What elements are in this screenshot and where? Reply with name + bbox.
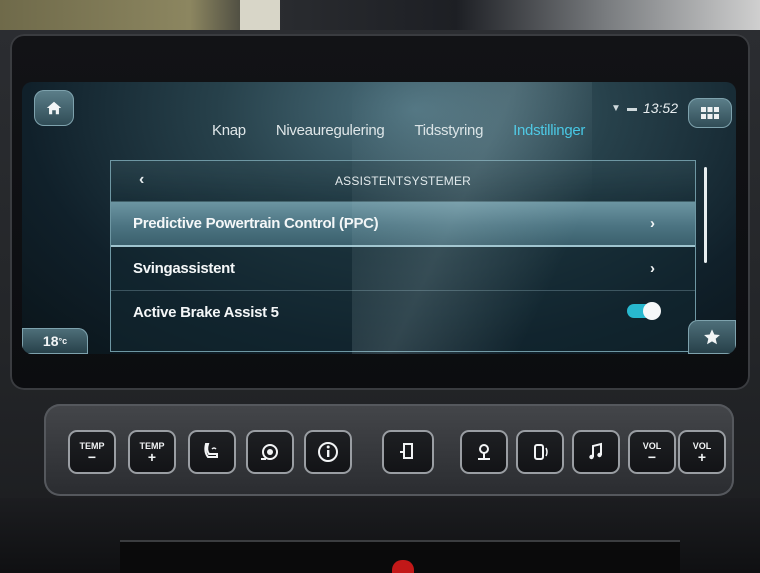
info-button[interactable]: [304, 430, 352, 474]
temp-minus-button[interactable]: TEMP −: [68, 430, 116, 474]
row-svingassistent[interactable]: Svingassistent ›: [111, 247, 695, 291]
home-icon: [46, 101, 62, 115]
row-label: Active Brake Assist 5: [133, 304, 279, 321]
temperature-unit: °c: [58, 336, 68, 346]
vehicle-settings-button[interactable]: [246, 430, 294, 474]
plus-sign: +: [697, 449, 707, 465]
row-active-brake-assist[interactable]: Active Brake Assist 5: [111, 291, 695, 334]
plus-sign: +: [147, 449, 157, 465]
settings-panel: ‹ ASSISTENTSYSTEMER Predictive Powertrai…: [110, 160, 707, 352]
tab-indstillinger[interactable]: Indstillinger: [513, 122, 585, 139]
temperature-value: 18: [42, 333, 59, 349]
navigation-button[interactable]: [460, 430, 508, 474]
vol-plus-button[interactable]: VOL +: [678, 430, 726, 474]
favorites-button[interactable]: [688, 320, 736, 354]
hard-key-panel: TEMP − TEMP + VOL − VOL +: [44, 404, 734, 496]
star-icon: [704, 329, 720, 345]
row-label: Predictive Powertrain Control (PPC): [133, 215, 379, 232]
radio-button[interactable]: [516, 430, 564, 474]
status-bar: ▼ ▬ 13:52: [611, 100, 678, 116]
seat-heating-icon: [204, 443, 218, 458]
panel-header: ‹ ASSISTENTSYSTEMER: [111, 161, 695, 202]
back-chevron-icon[interactable]: ‹: [139, 171, 144, 189]
tab-knap[interactable]: Knap: [212, 122, 246, 139]
home-button[interactable]: [34, 90, 74, 126]
minus-sign: −: [647, 449, 657, 465]
truck-phone-button[interactable]: [382, 430, 434, 474]
navigation-icon: [478, 444, 490, 460]
wifi-icon: ▼: [611, 102, 621, 114]
chevron-right-icon: ›: [650, 260, 655, 277]
info-icon: [318, 442, 338, 462]
apps-button[interactable]: [688, 98, 732, 128]
chevron-right-icon: ›: [650, 215, 655, 232]
tab-tidsstyring[interactable]: Tidsstyring: [414, 122, 483, 139]
battery-icon: ▬: [626, 102, 637, 114]
infotainment-screen: ▼ ▬ 13:52 Knap Niveauregulering Tidsstyr…: [22, 82, 736, 354]
music-button[interactable]: [572, 430, 620, 474]
tab-bar: Knap Niveauregulering Tidsstyring Indsti…: [212, 122, 585, 139]
hazard-switch[interactable]: [392, 560, 414, 573]
car-dashboard-photo: ▼ ▬ 13:52 Knap Niveauregulering Tidsstyr…: [0, 0, 760, 573]
vehicle-settings-icon: [261, 444, 278, 460]
clock: 13:52: [642, 100, 678, 116]
music-icon: [589, 442, 602, 460]
temperature-badge[interactable]: 18 °c: [22, 328, 88, 354]
toggle-knob: [643, 302, 661, 320]
minus-sign: −: [87, 449, 97, 465]
temp-plus-button[interactable]: TEMP +: [128, 430, 176, 474]
display-bezel: ▼ ▬ 13:52 Knap Niveauregulering Tidsstyr…: [10, 34, 750, 390]
grid-icon: [701, 107, 719, 119]
row-label: Svingassistent: [133, 260, 235, 277]
seat-heating-button[interactable]: [188, 430, 236, 474]
radio-icon: [534, 444, 548, 460]
panel-title: ASSISTENTSYSTEMER: [334, 174, 472, 188]
vol-minus-button[interactable]: VOL −: [628, 430, 676, 474]
active-brake-assist-toggle[interactable]: [627, 302, 661, 320]
tab-niveauregulering[interactable]: Niveauregulering: [276, 122, 385, 139]
scrollbar[interactable]: [704, 167, 707, 263]
truck-phone-icon: [400, 443, 413, 459]
row-ppc[interactable]: Predictive Powertrain Control (PPC) ›: [111, 202, 695, 247]
